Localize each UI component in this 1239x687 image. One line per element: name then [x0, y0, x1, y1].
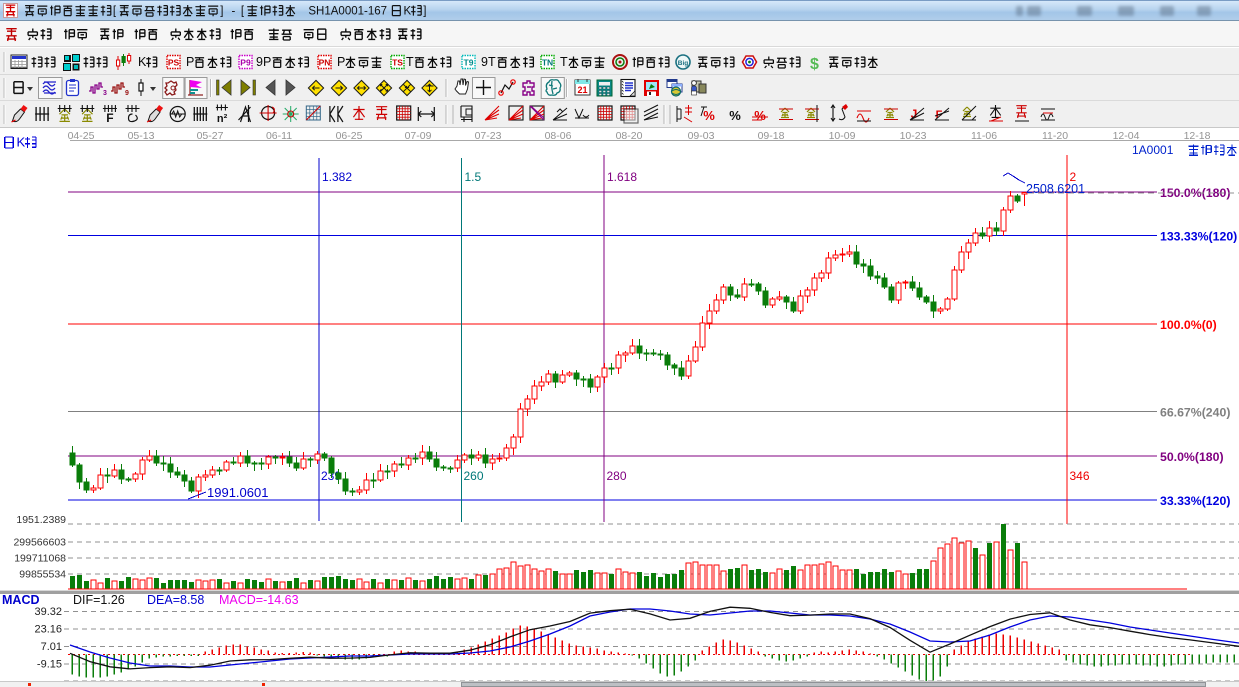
- svg-text:133.33%(120): 133.33%(120): [1160, 230, 1237, 244]
- svg-text:SH1A0001-167: SH1A0001-167: [308, 6, 387, 18]
- svg-text:[: [: [241, 6, 245, 18]
- svg-text:9: 9: [125, 90, 129, 97]
- svg-text:199711068: 199711068: [14, 553, 66, 565]
- svg-text:1A0001: 1A0001: [1132, 143, 1174, 157]
- svg-text:99855534: 99855534: [19, 569, 66, 581]
- svg-text:PS: PS: [168, 58, 180, 68]
- svg-text:]: ]: [423, 6, 426, 18]
- svg-text:2508.6201: 2508.6201: [1026, 182, 1085, 196]
- svg-text:346: 346: [1070, 469, 1090, 483]
- svg-text:K: K: [138, 55, 147, 69]
- svg-text:[: [: [113, 6, 117, 18]
- svg-text:$: $: [810, 56, 819, 73]
- svg-text:TS: TS: [392, 58, 403, 68]
- svg-text:]: ]: [220, 6, 223, 18]
- svg-text:n²: n²: [217, 113, 228, 125]
- svg-text:MACD=-14.63: MACD=-14.63: [219, 593, 299, 607]
- svg-text:%: %: [729, 108, 741, 123]
- svg-text:%: %: [703, 108, 715, 123]
- svg-text:P: P: [337, 55, 345, 69]
- svg-text:1.618: 1.618: [607, 170, 637, 184]
- svg-text:1951.2389: 1951.2389: [16, 514, 66, 526]
- svg-text:P: P: [186, 55, 194, 69]
- svg-text:9P: 9P: [256, 55, 271, 69]
- svg-text:DEA=8.58: DEA=8.58: [147, 593, 204, 607]
- svg-text:T9: T9: [464, 58, 474, 68]
- svg-text:39.32: 39.32: [34, 606, 62, 618]
- svg-text:299566603: 299566603: [13, 537, 66, 549]
- svg-text:1.5: 1.5: [465, 170, 482, 184]
- svg-text:-: -: [232, 6, 236, 18]
- svg-text:23.16: 23.16: [34, 624, 62, 636]
- svg-text:K: K: [17, 135, 26, 150]
- svg-text:1.382: 1.382: [322, 170, 352, 184]
- svg-text:Big: Big: [678, 60, 689, 67]
- svg-text:3: 3: [103, 90, 107, 97]
- svg-text:50.0%(180): 50.0%(180): [1160, 450, 1224, 464]
- svg-text:T: T: [406, 55, 414, 69]
- svg-text:9T: 9T: [481, 55, 496, 69]
- svg-text:1991.0601: 1991.0601: [207, 485, 268, 500]
- svg-text:21: 21: [577, 85, 587, 95]
- svg-text:MACD: MACD: [2, 593, 40, 607]
- svg-text:TN: TN: [542, 58, 553, 68]
- svg-text:280: 280: [607, 469, 627, 483]
- svg-text:T: T: [560, 55, 568, 69]
- svg-text:K: K: [404, 6, 412, 18]
- svg-text:F: F: [106, 111, 113, 125]
- svg-text:P9: P9: [240, 58, 251, 68]
- svg-text:33.33%(120): 33.33%(120): [1160, 494, 1230, 508]
- svg-text:100.0%(0): 100.0%(0): [1160, 318, 1217, 332]
- svg-text:66.67%(240): 66.67%(240): [1160, 406, 1230, 420]
- svg-text:PN: PN: [319, 58, 331, 68]
- svg-text:%: %: [754, 108, 766, 123]
- svg-text:7.01: 7.01: [41, 641, 62, 653]
- svg-text:260: 260: [464, 469, 484, 483]
- svg-text:DIF=1.26: DIF=1.26: [73, 593, 125, 607]
- svg-text:-9.15: -9.15: [37, 659, 62, 671]
